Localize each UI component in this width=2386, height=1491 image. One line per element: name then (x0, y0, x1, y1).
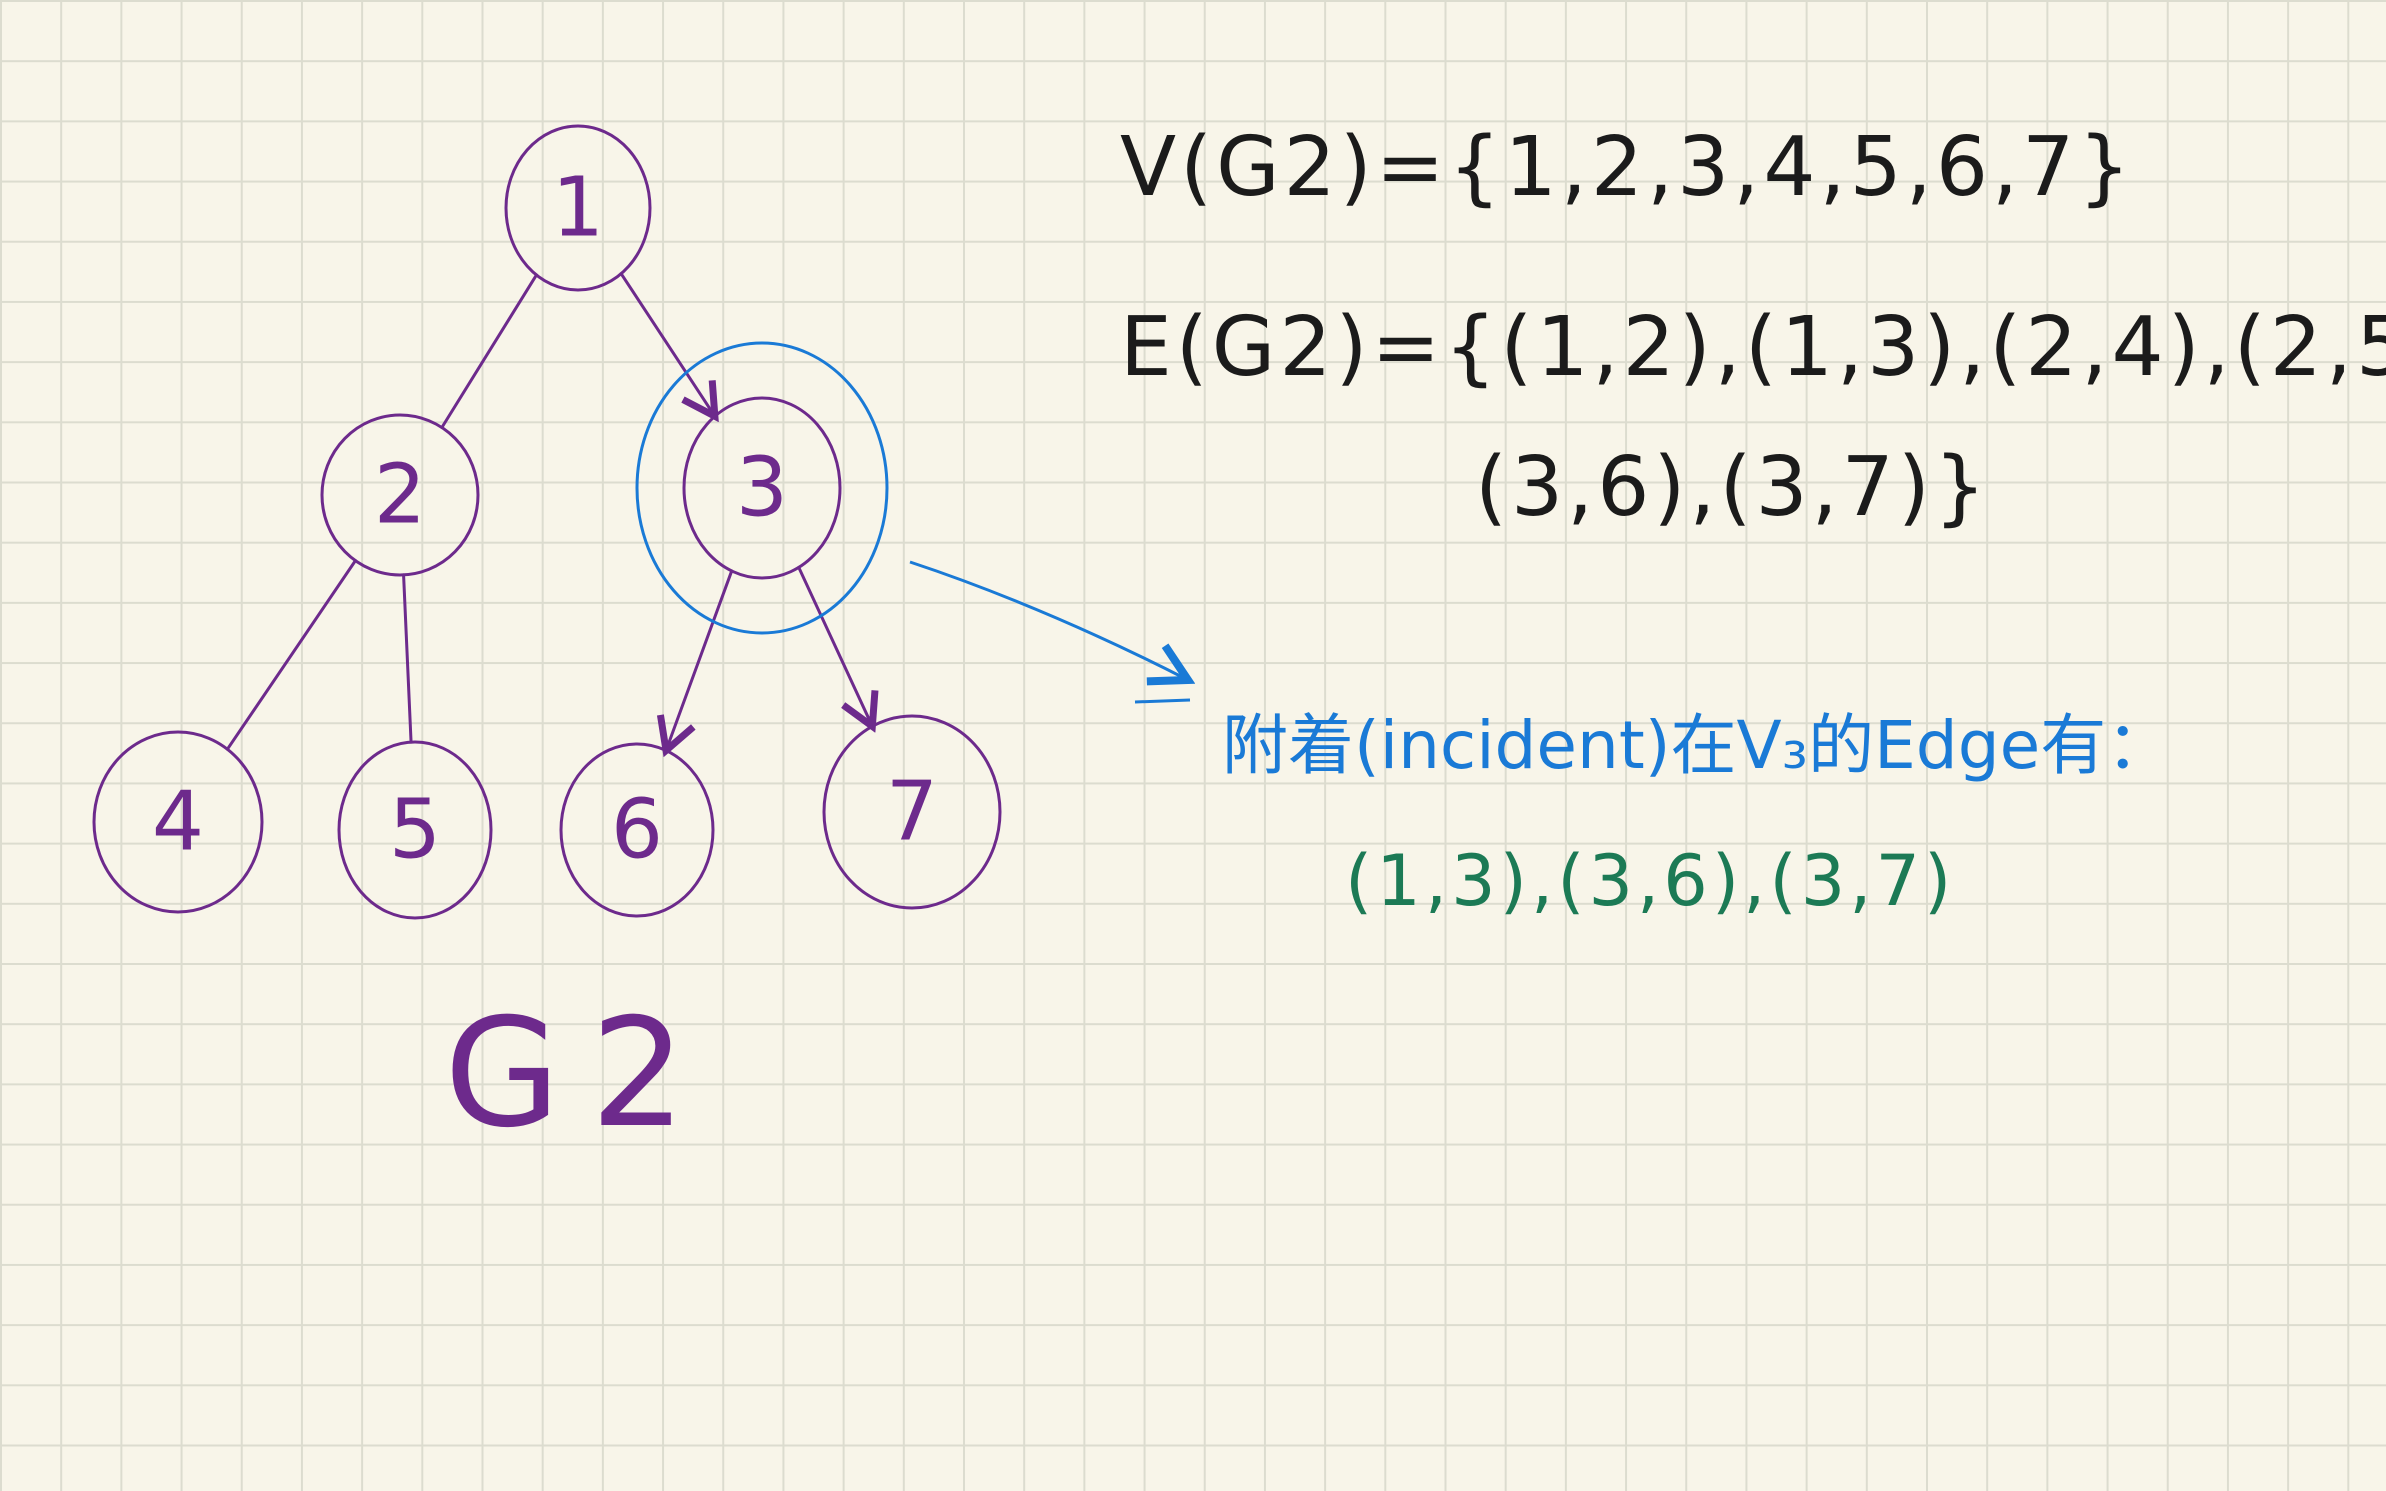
vertex-set: V(G2)={1,2,3,4,5,6,7} (1120, 120, 2134, 215)
node-1: 1 (504, 124, 652, 292)
edge-2-5 (402, 573, 413, 744)
node-label-2: 2 (374, 448, 426, 543)
node-5: 5 (337, 740, 493, 920)
edge-1-2 (440, 273, 538, 429)
edge-set-line-2: (3,6),(3,7)} (1475, 440, 1990, 535)
pointer-arrow (909, 560, 1188, 680)
notebook-canvas: 1 2 3 4 5 6 7 G2 V(G2)={1,2,3,4,5,6,7} E(G2)={… (92, 120, 2386, 1161)
node-label-5: 5 (389, 783, 441, 878)
node-label-7: 7 (886, 765, 938, 860)
edge-set-line-1: E(G2)={(1,2),(1,3),(2,4),(2,5), (1120, 300, 2386, 395)
node-label-1: 1 (552, 161, 604, 256)
graph-name: G2 (444, 987, 716, 1161)
edge-3-6 (666, 569, 734, 751)
node-label-6: 6 (611, 783, 663, 878)
edge-2-4 (225, 559, 357, 751)
incident-edges: (1,3),(3,6),(3,7) (1345, 840, 1955, 922)
node-3: 3 (682, 396, 842, 580)
node-4: 4 (92, 730, 264, 914)
node-6: 6 (559, 742, 715, 918)
node-7: 7 (822, 714, 1002, 910)
node-2: 2 (320, 413, 480, 577)
pointer-arrow-tick (1134, 698, 1191, 704)
node-label-4: 4 (152, 775, 204, 870)
edge-3-7 (797, 565, 873, 726)
node-label-3: 3 (736, 441, 788, 536)
graph-nodes: 1 2 3 4 5 6 7 (92, 124, 1002, 920)
incident-note: 附着(incident)在V₃的Edge有： (1222, 707, 2172, 784)
